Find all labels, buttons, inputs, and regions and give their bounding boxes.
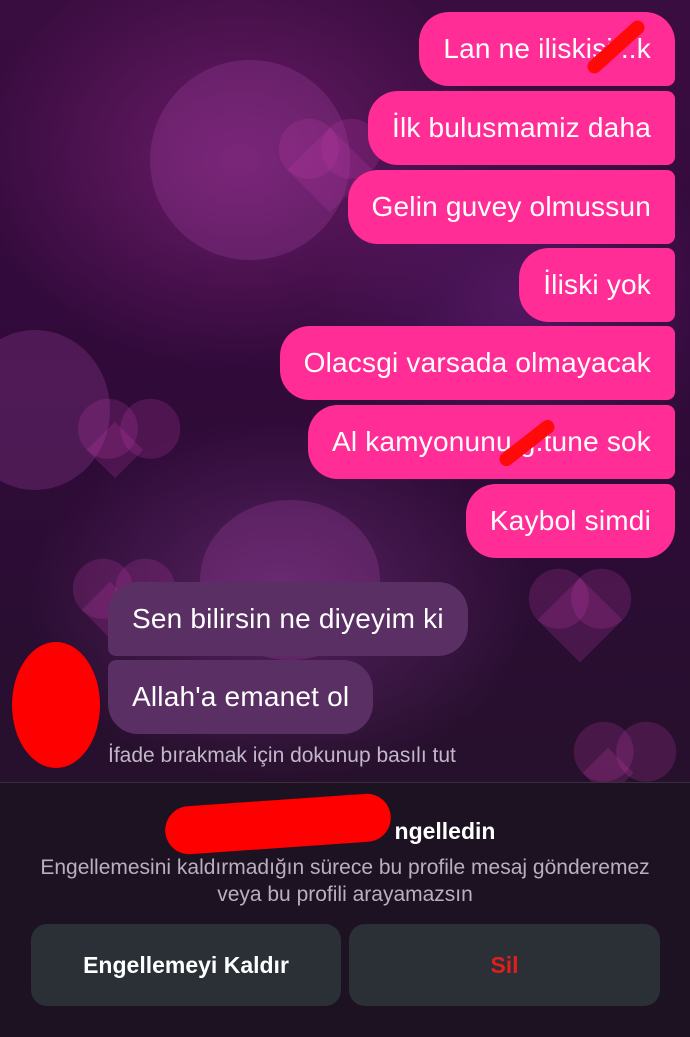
message-bubble-outgoing[interactable]: İliski yok bbox=[519, 248, 675, 322]
chat-area[interactable]: Lan ne iliskisi ..k İlk bulusmamiz daha … bbox=[0, 0, 690, 782]
unblock-button[interactable]: Engellemeyi Kaldır bbox=[31, 924, 341, 1006]
background-heart bbox=[86, 421, 144, 479]
unblock-button-label: Engellemeyi Kaldır bbox=[83, 951, 289, 978]
message-bubble-outgoing[interactable]: Olacsgi varsada olmayacak bbox=[279, 326, 675, 400]
message-bubble-incoming[interactable]: Allah'a emanet ol bbox=[108, 660, 374, 734]
background-heart bbox=[582, 747, 634, 782]
message-bubble-incoming[interactable]: Sen bilirsin ne diyeyim ki bbox=[108, 582, 468, 656]
message-bubble-outgoing[interactable]: Al kamyonunu g.tune sok bbox=[307, 405, 675, 479]
message-bubble-outgoing[interactable]: İlk bulusmamiz daha bbox=[367, 91, 675, 165]
message-bubble-outgoing[interactable]: Kaybol simdi bbox=[465, 484, 675, 558]
background-heart bbox=[537, 577, 623, 663]
message-bubble-outgoing[interactable]: Gelin guvey olmussun bbox=[347, 170, 675, 244]
blocked-title-text: ngelledin bbox=[394, 818, 496, 844]
delete-button-label: Sil bbox=[490, 951, 519, 978]
delete-button[interactable]: Sil bbox=[349, 924, 660, 1006]
reaction-hint: İfade bırakmak için dokunup basılı tut bbox=[108, 744, 456, 767]
avatar[interactable] bbox=[12, 642, 100, 768]
blocked-description: Engellemesini kaldırmadığın sürece bu pr… bbox=[40, 856, 650, 906]
